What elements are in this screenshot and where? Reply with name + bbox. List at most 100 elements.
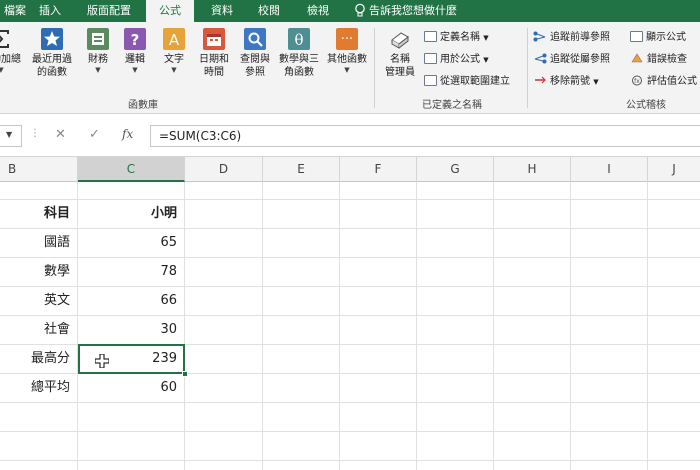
svg-text:fx: fx: [634, 78, 640, 85]
group-divider: [527, 28, 528, 108]
column-header-h[interactable]: H: [494, 157, 571, 182]
chevron-down-icon[interactable]: ▼: [6, 130, 12, 139]
fill-handle[interactable]: [182, 371, 188, 377]
cell-subject[interactable]: 數學: [0, 257, 70, 286]
chevron-down-icon: ▼: [95, 66, 101, 74]
cell-score[interactable]: 65: [78, 228, 177, 257]
tab-view[interactable]: 檢視: [296, 0, 340, 22]
column-header-d[interactable]: D: [185, 157, 263, 182]
recent-functions-button[interactable]: 最近用過 的函數: [28, 28, 76, 79]
tab-review[interactable]: 校閱: [248, 0, 290, 22]
more-functions-label: 其他函數: [327, 54, 367, 65]
more-functions-button[interactable]: ··· 其他函數 ▼: [324, 28, 370, 75]
calendar-icon: [203, 28, 225, 50]
trace-dependents-button[interactable]: 追蹤從屬參照: [533, 52, 610, 68]
header-subject[interactable]: 科目: [0, 199, 70, 228]
ribbon-tab-bar: 檔案 插入 版面配置 公式 資料 校閱 檢視 告訴我您想做什麼: [0, 0, 700, 22]
lightbulb-icon[interactable]: [354, 3, 366, 18]
chevron-down-icon: ▼: [132, 66, 138, 74]
column-header-g[interactable]: G: [417, 157, 494, 182]
cell-subject[interactable]: 總平均: [0, 373, 70, 402]
date-time-label-1: 日期和: [199, 54, 229, 65]
text-button[interactable]: A 文字 ▼: [158, 28, 190, 75]
remove-arrows-label: 移除箭號: [550, 76, 590, 87]
remove-arrows-button[interactable]: 移除箭號 ▼: [533, 74, 599, 90]
gridline: [184, 182, 185, 470]
column-header-i[interactable]: I: [571, 157, 648, 182]
cell-score[interactable]: 30: [78, 315, 177, 344]
name-manager-button[interactable]: 名稱 管理員: [380, 28, 420, 79]
tab-insert[interactable]: 插入: [30, 0, 70, 22]
use-in-formula-label: 用於公式: [440, 54, 480, 65]
show-formulas-button[interactable]: 顯示公式: [630, 30, 686, 46]
tab-page-layout[interactable]: 版面配置: [76, 0, 142, 22]
cancel-icon[interactable]: ✕: [55, 127, 66, 142]
text-label: 文字: [164, 54, 184, 65]
use-in-formula-button[interactable]: 用於公式 ▼: [424, 52, 489, 68]
more-functions-icon: ···: [336, 28, 358, 50]
text-a-icon: A: [163, 28, 185, 50]
lookup-reference-label-1: 查閱與: [240, 54, 270, 65]
chevron-down-icon: ▼: [344, 66, 350, 74]
tab-data[interactable]: 資料: [200, 0, 244, 22]
formula-auditing-group-label: 公式稽核: [626, 100, 666, 111]
header-student[interactable]: 小明: [78, 199, 177, 228]
create-from-selection-icon: [424, 75, 437, 86]
recent-functions-label-1: 最近用過: [32, 54, 72, 65]
column-header-e[interactable]: E: [263, 157, 340, 182]
math-trig-label-2: 角函數: [284, 67, 314, 78]
logical-label: 邏輯: [125, 54, 145, 65]
lookup-reference-button[interactable]: 查閱與 參照: [236, 28, 274, 79]
enter-check-icon[interactable]: ✓: [89, 127, 100, 142]
date-time-label-2: 時間: [204, 67, 224, 78]
svg-text:···: ···: [341, 32, 353, 47]
column-header-j[interactable]: J: [648, 157, 700, 182]
tab-formulas[interactable]: 公式: [146, 0, 194, 22]
name-manager-label-2: 管理員: [385, 67, 415, 78]
financial-button[interactable]: 財務 ▼: [84, 28, 112, 75]
tell-me-search[interactable]: 告訴我您想做什麼: [369, 0, 457, 22]
logical-question-icon: ?: [124, 28, 146, 50]
define-name-button[interactable]: 定義名稱 ▼: [424, 30, 489, 46]
cell-subject[interactable]: 國語: [0, 228, 70, 257]
insert-function-icon[interactable]: fx: [122, 127, 133, 141]
cell-score[interactable]: 60: [78, 373, 177, 402]
financial-label: 財務: [88, 54, 108, 65]
create-from-selection-button[interactable]: 從選取範圍建立: [424, 74, 510, 90]
recent-functions-label-2: 的函數: [37, 67, 67, 78]
gridline: [493, 182, 494, 470]
chevron-down-icon: ▼: [483, 56, 489, 64]
cell-subject[interactable]: 最高分: [0, 344, 70, 373]
autosum-button[interactable]: 自動加總 ▼: [0, 28, 24, 75]
math-trig-button[interactable]: θ 數學與三 角函數: [276, 28, 322, 79]
remove-arrows-icon: [533, 75, 547, 86]
cell-subject[interactable]: 英文: [0, 286, 70, 315]
gridline: [262, 182, 263, 470]
name-box[interactable]: ▼: [0, 125, 22, 147]
logical-button[interactable]: ? 邏輯 ▼: [120, 28, 150, 75]
evaluate-formula-button[interactable]: fx 評估值公式: [630, 74, 697, 90]
error-checking-button[interactable]: 錯誤檢查: [630, 52, 687, 68]
worksheet-grid[interactable]: 科目 小明 國語 65 數學 78 英文 66 社會 30 最高分 239 總平…: [0, 182, 700, 470]
show-formulas-icon: [630, 31, 643, 42]
ribbon: 自動加總 ▼ 最近用過 的函數 財務 ▼ ? 邏輯 ▼ A 文字 ▼ 日期和: [0, 22, 700, 114]
defined-names-group-label: 已定義之名稱: [422, 100, 482, 111]
cell-cursor-icon: [95, 354, 109, 368]
lookup-magnifier-icon: [244, 28, 266, 50]
formula-input[interactable]: =SUM(C3:C6): [150, 125, 700, 147]
column-header-b[interactable]: B: [0, 157, 78, 182]
tag-icon: [424, 31, 437, 42]
tab-file[interactable]: 檔案: [0, 0, 30, 22]
column-header-f[interactable]: F: [340, 157, 417, 182]
cell-score[interactable]: 78: [78, 257, 177, 286]
svg-text:?: ?: [131, 31, 140, 49]
trace-precedents-button[interactable]: 追蹤前導參照: [533, 30, 610, 46]
column-header-c[interactable]: C: [78, 157, 185, 182]
cell-score[interactable]: 66: [78, 286, 177, 315]
gridline: [416, 182, 417, 470]
show-formulas-label: 顯示公式: [646, 32, 686, 43]
formula-bar-grip-icon[interactable]: ⋮: [30, 128, 40, 139]
date-time-button[interactable]: 日期和 時間: [196, 28, 232, 79]
define-name-label: 定義名稱: [440, 32, 480, 43]
cell-subject[interactable]: 社會: [0, 315, 70, 344]
